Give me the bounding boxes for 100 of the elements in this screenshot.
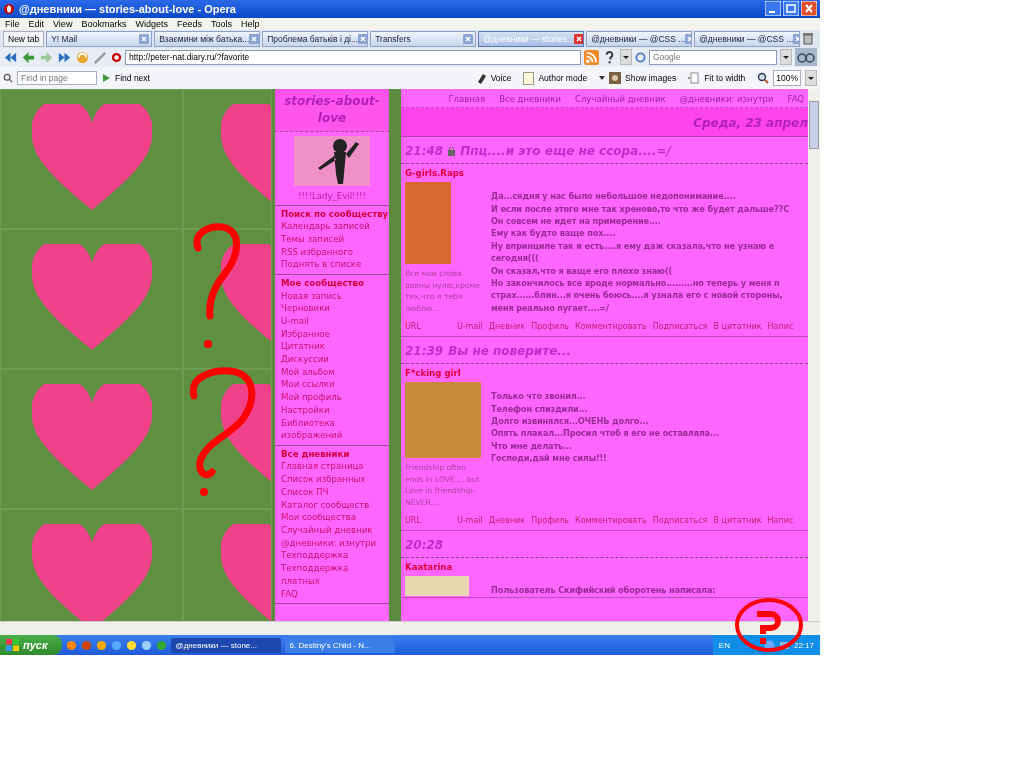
sidebar-link[interactable]: Техподдержка — [281, 549, 389, 563]
address-field[interactable]: http://peter-nat.diary.ru/?favorite — [125, 49, 581, 65]
author-name[interactable]: F*cking girl — [401, 364, 808, 381]
swirl-icon[interactable] — [75, 49, 90, 65]
close-icon[interactable] — [801, 1, 817, 17]
quick-launch-icon[interactable] — [65, 639, 77, 651]
new-tab-button[interactable]: New tab — [3, 30, 45, 47]
post-action-link[interactable]: В цитатник — [713, 322, 762, 332]
post-action-link[interactable]: Дневник — [488, 322, 526, 332]
sidebar-link[interactable]: Техподдержка платных — [281, 562, 389, 588]
glasses-icon[interactable] — [795, 48, 817, 67]
quick-launch-icon[interactable] — [110, 639, 122, 651]
sidebar-link[interactable]: Новая запись — [281, 289, 389, 303]
menu-item[interactable]: View — [53, 18, 73, 29]
post-time[interactable]: 21:39 — [405, 344, 444, 359]
find-next-button[interactable]: Find next — [115, 73, 150, 84]
browser-tab[interactable]: @дневники — @CSS ... — [694, 30, 801, 47]
sidebar-link[interactable]: Каталог сообществ — [281, 498, 389, 512]
sidebar-link[interactable]: Мои ссылки — [281, 378, 389, 392]
menu-item[interactable]: Feeds — [176, 18, 202, 29]
sidebar-link[interactable]: Календарь записей — [281, 220, 389, 233]
close-tab-icon[interactable] — [573, 33, 584, 44]
browser-tab[interactable]: @дневники — stories... — [478, 30, 585, 47]
horizontal-scrollbar[interactable] — [0, 621, 820, 635]
post-time[interactable]: 20:28 — [405, 538, 444, 553]
caret-icon[interactable] — [599, 76, 606, 81]
post-action-link[interactable]: Подписаться — [652, 322, 708, 332]
nav-link[interactable]: FAQ — [787, 94, 804, 105]
toolbar-button[interactable]: Fit to width — [704, 73, 746, 84]
toolbar-button[interactable]: Voice — [490, 73, 512, 84]
browser-tab[interactable]: @дневники — @CSS ... — [586, 30, 693, 47]
search-engine-icon[interactable] — [635, 51, 646, 63]
sidebar-link[interactable]: Черновики — [281, 302, 389, 315]
close-tab-icon[interactable] — [793, 33, 800, 44]
image-icon[interactable] — [609, 72, 622, 85]
sidebar-link[interactable]: @дневники: изнутри — [281, 536, 389, 550]
sidebar-link[interactable]: Мой альбом — [281, 365, 389, 379]
close-tab-icon[interactable] — [139, 33, 150, 44]
author-name[interactable]: G-girls.Raps — [401, 164, 808, 181]
nav-link[interactable]: @дневники: изнутри — [679, 94, 774, 105]
post-title[interactable]: Ппц....и это еще не ссора....=/ — [460, 144, 671, 159]
menu-item[interactable]: File — [5, 18, 20, 29]
vertical-scrollbar[interactable] — [808, 89, 820, 622]
search-field[interactable]: Google — [649, 49, 777, 65]
start-button[interactable]: пуск — [0, 635, 62, 655]
post-action-link[interactable]: URL — [405, 322, 421, 332]
post-action-link[interactable]: Профиль — [531, 322, 569, 332]
back-icon[interactable] — [21, 49, 36, 65]
post-action-link[interactable]: Напис — [767, 516, 794, 526]
post-action-link[interactable]: U-mail — [456, 322, 483, 332]
menu-item[interactable]: Widgets — [135, 18, 168, 29]
nav-link[interactable]: Все дневники — [499, 94, 561, 105]
sidebar-link[interactable]: Список ПЧ — [281, 485, 389, 499]
post-time[interactable]: 21:48 — [405, 144, 444, 159]
sidebar-link[interactable]: Поднять в списке — [281, 258, 389, 272]
menu-item[interactable]: Bookmarks — [81, 18, 127, 29]
quick-launch-icon[interactable] — [125, 639, 137, 651]
trash-icon[interactable] — [802, 32, 815, 46]
menu-item[interactable]: Tools — [210, 18, 232, 29]
post-action-link[interactable]: Дневник — [488, 516, 526, 526]
menu-item[interactable]: Edit — [28, 18, 45, 29]
username[interactable]: !!!!Lady_Evil!!!! — [298, 190, 366, 201]
taskbar-button[interactable]: 6. Destiny's Child - N... — [284, 637, 395, 653]
sidebar-link[interactable]: Цитатник — [281, 340, 389, 354]
dropdown-icon[interactable] — [620, 49, 632, 66]
nav-link[interactable]: Случайный дневник — [575, 94, 666, 105]
quick-launch-icon[interactable] — [140, 639, 152, 651]
document-icon[interactable] — [523, 71, 535, 85]
browser-tab[interactable]: Взаємини між батька... — [154, 30, 261, 47]
zoom-icon[interactable] — [757, 72, 770, 85]
toolbar-button[interactable]: Show images — [625, 73, 677, 84]
quick-launch-icon[interactable] — [95, 639, 107, 651]
post-action-link[interactable]: U-mail — [456, 516, 483, 526]
browser-tab[interactable]: Проблема батьків і ді... — [262, 30, 369, 47]
sidebar-link[interactable]: Мои сообщества — [281, 511, 389, 524]
nav-link[interactable]: Главная — [448, 94, 486, 105]
browser-tab[interactable]: Transfers — [370, 30, 477, 47]
sidebar-link[interactable]: Библиотека изображений — [281, 416, 389, 442]
minimize-icon[interactable] — [765, 1, 781, 17]
sidebar-link[interactable]: Мой профиль — [281, 391, 389, 404]
browser-tab[interactable]: Y! Mail — [46, 30, 153, 47]
post-action-link[interactable]: Подписаться — [652, 516, 708, 526]
post-title[interactable]: Вы не поверите... — [448, 344, 572, 359]
language-indicator[interactable]: EN — [718, 640, 730, 650]
menu-item[interactable]: Help — [240, 18, 260, 29]
quick-launch-icon[interactable] — [155, 639, 167, 651]
sidebar-link[interactable]: Главная страница — [281, 460, 389, 474]
fit-width-icon[interactable] — [688, 72, 701, 85]
sidebar-link[interactable]: Настройки — [281, 403, 389, 417]
dropdown-icon[interactable] — [805, 70, 817, 87]
sidebar-link[interactable]: FAQ — [281, 587, 389, 601]
sidebar-link[interactable]: Список избранных — [281, 473, 389, 486]
sidebar-link[interactable]: Избранное — [281, 327, 389, 341]
play-icon[interactable] — [101, 73, 111, 84]
sidebar-link[interactable]: U-mail — [281, 314, 389, 328]
zoom-level[interactable]: 100% — [773, 70, 801, 87]
sidebar-link[interactable]: Дискуссии — [281, 353, 389, 366]
post-action-link[interactable]: Профиль — [531, 516, 569, 526]
toolbar-button[interactable]: Author mode — [538, 73, 588, 84]
post-action-link[interactable]: Напис — [767, 322, 794, 332]
